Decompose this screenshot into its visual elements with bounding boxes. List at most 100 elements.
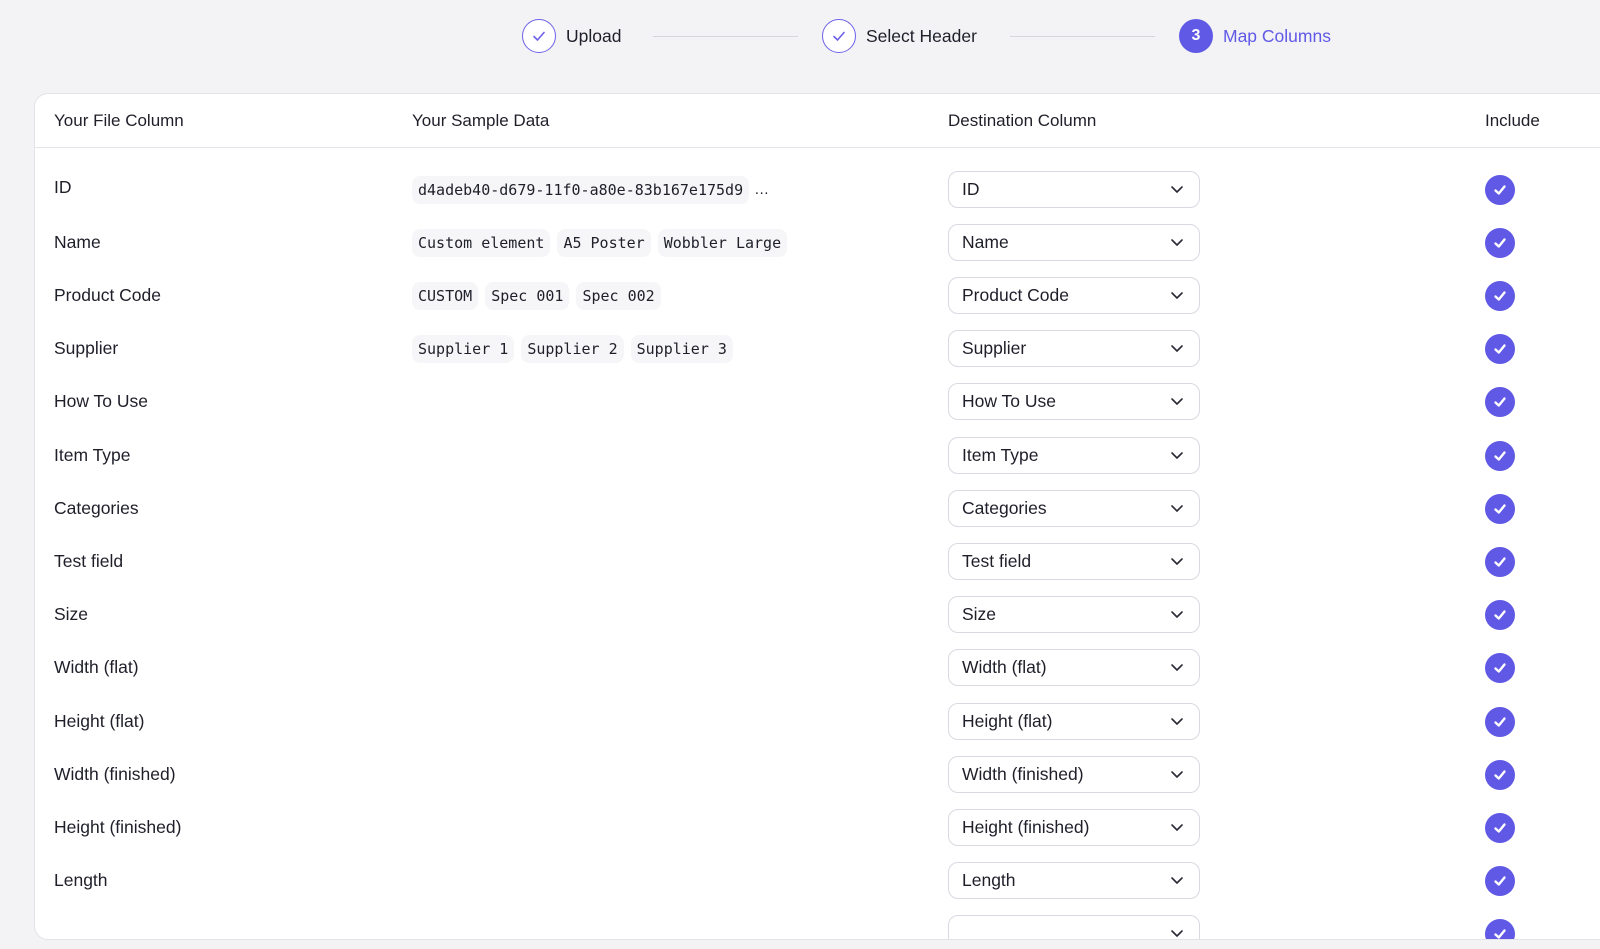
header-sample-data: Your Sample Data (412, 111, 550, 130)
select-value: Categories (962, 497, 1047, 518)
destination-column-select[interactable]: Categories (948, 489, 1200, 527)
table-row: Size Size (35, 588, 1600, 641)
include-checkbox[interactable] (1485, 280, 1515, 311)
include-checkbox[interactable] (1485, 493, 1515, 524)
file-column-name: Height (flat) (54, 710, 145, 731)
table-row: Test field Test field (35, 535, 1600, 588)
stepper: Upload Select Header 3 Map Columns (0, 0, 1600, 72)
file-column-name: Name (54, 231, 101, 252)
chevron-down-icon (1171, 930, 1183, 938)
destination-column-select[interactable]: Item Type (948, 436, 1200, 474)
destination-column-select[interactable]: Height (finished) (948, 808, 1200, 846)
table-row: Categories Categories (35, 482, 1600, 535)
include-checkbox[interactable] (1485, 919, 1515, 939)
step-label: Upload (566, 25, 622, 46)
file-column-name: Categories (54, 497, 139, 518)
sample-data: CUSTOM Spec 001 Spec 002 (412, 281, 661, 311)
destination-column-select[interactable]: Test field (948, 542, 1200, 580)
check-icon (1492, 501, 1508, 517)
check-icon (1492, 607, 1508, 623)
sample-chip: Custom element (412, 228, 551, 257)
destination-column-select[interactable]: Supplier (948, 330, 1200, 368)
sample-chip: d4adeb40-d679-11f0-a80e-83b167e175d9 (412, 175, 750, 204)
more-ellipsis: … (754, 181, 770, 198)
mapping-table-card: Your File Column Your Sample Data Destin… (34, 93, 1600, 940)
destination-column-select[interactable]: Size (948, 596, 1200, 634)
file-column-name: Product Code (54, 284, 162, 305)
include-checkbox[interactable] (1485, 334, 1515, 365)
sample-chip: CUSTOM (412, 281, 479, 310)
table-header: Your File Column Your Sample Data Destin… (35, 94, 1600, 148)
chevron-down-icon (1171, 824, 1183, 831)
include-checkbox[interactable] (1485, 440, 1515, 471)
file-column-name: Width (flat) (54, 657, 139, 678)
include-checkbox[interactable] (1485, 759, 1515, 790)
include-checkbox[interactable] (1485, 812, 1515, 843)
include-checkbox[interactable] (1485, 174, 1515, 205)
file-column-name: How To Use (54, 391, 149, 412)
header-destination-column: Destination Column (948, 111, 1097, 130)
include-checkbox[interactable] (1485, 653, 1515, 684)
check-icon (1492, 714, 1508, 730)
include-checkbox[interactable] (1485, 387, 1515, 418)
destination-column-select[interactable]: Width (finished) (948, 755, 1200, 793)
step-select-header[interactable]: Select Header (822, 19, 977, 53)
include-checkbox[interactable] (1485, 600, 1515, 631)
select-value: Width (finished) (962, 763, 1084, 784)
check-icon (1492, 288, 1508, 304)
select-value: Size (962, 604, 997, 625)
select-value: Height (flat) (962, 710, 1053, 731)
select-value: Item Type (962, 444, 1039, 465)
table-row: Item Type Item Type (35, 429, 1600, 482)
include-checkbox[interactable] (1485, 546, 1515, 577)
table-row: Width (flat) Width (flat) (35, 641, 1600, 694)
file-column-name: ID (54, 176, 72, 197)
include-checkbox[interactable] (1485, 227, 1515, 258)
chevron-down-icon (1171, 398, 1183, 406)
check-icon (1492, 235, 1508, 251)
step-connector (1010, 36, 1155, 37)
step-label: Map Columns (1223, 25, 1331, 46)
destination-column-select[interactable]: Width (flat) (948, 649, 1200, 687)
check-icon (1492, 448, 1508, 464)
sample-chip: Spec 002 (576, 281, 661, 310)
destination-column-select[interactable] (948, 915, 1200, 939)
check-icon (1492, 873, 1508, 889)
sample-chip: Wobbler Large (657, 228, 788, 257)
select-value: Test field (962, 550, 1032, 571)
check-icon (1492, 394, 1508, 410)
check-icon (1492, 660, 1508, 676)
destination-column-select[interactable]: Length (948, 862, 1200, 900)
file-column-name: Size (54, 604, 89, 625)
chevron-down-icon (1171, 504, 1183, 512)
check-icon (1492, 554, 1508, 570)
check-icon (1492, 820, 1508, 836)
table-row: How To Use How To Use (35, 375, 1600, 428)
step-upload[interactable]: Upload (522, 19, 621, 53)
include-checkbox[interactable] (1485, 706, 1515, 737)
step-label: Select Header (866, 25, 977, 46)
destination-column-select[interactable]: How To Use (948, 383, 1200, 421)
chevron-down-icon (1171, 292, 1183, 299)
file-column-name: Item Type (54, 444, 131, 465)
chevron-down-icon (1171, 451, 1183, 459)
chevron-down-icon (1171, 664, 1183, 672)
table-row: Height (flat) Height (flat) (35, 695, 1600, 748)
chevron-down-icon (1171, 558, 1183, 565)
table-row: ID d4adeb40-d679-11f0-a80e-83b167e175d9… I… (35, 163, 1600, 216)
table-row: Width (finished) Width (finished) (35, 748, 1600, 801)
sample-data: Supplier 1 Supplier 2 Supplier 3 (412, 334, 733, 364)
chevron-down-icon (1171, 770, 1183, 778)
destination-column-select[interactable]: ID (948, 170, 1200, 208)
chevron-down-icon (1171, 238, 1183, 246)
destination-column-select[interactable]: Name (948, 223, 1200, 261)
select-value: How To Use (962, 391, 1057, 412)
file-column-name: Width (finished) (54, 763, 176, 784)
select-value: Height (finished) (962, 816, 1090, 837)
check-icon (1492, 341, 1508, 357)
destination-column-select[interactable]: Height (flat) (948, 702, 1200, 740)
step-map-columns[interactable]: 3 Map Columns (1179, 19, 1331, 53)
destination-column-select[interactable]: Product Code (948, 276, 1200, 314)
step-connector (653, 36, 798, 37)
include-checkbox[interactable] (1485, 866, 1515, 897)
